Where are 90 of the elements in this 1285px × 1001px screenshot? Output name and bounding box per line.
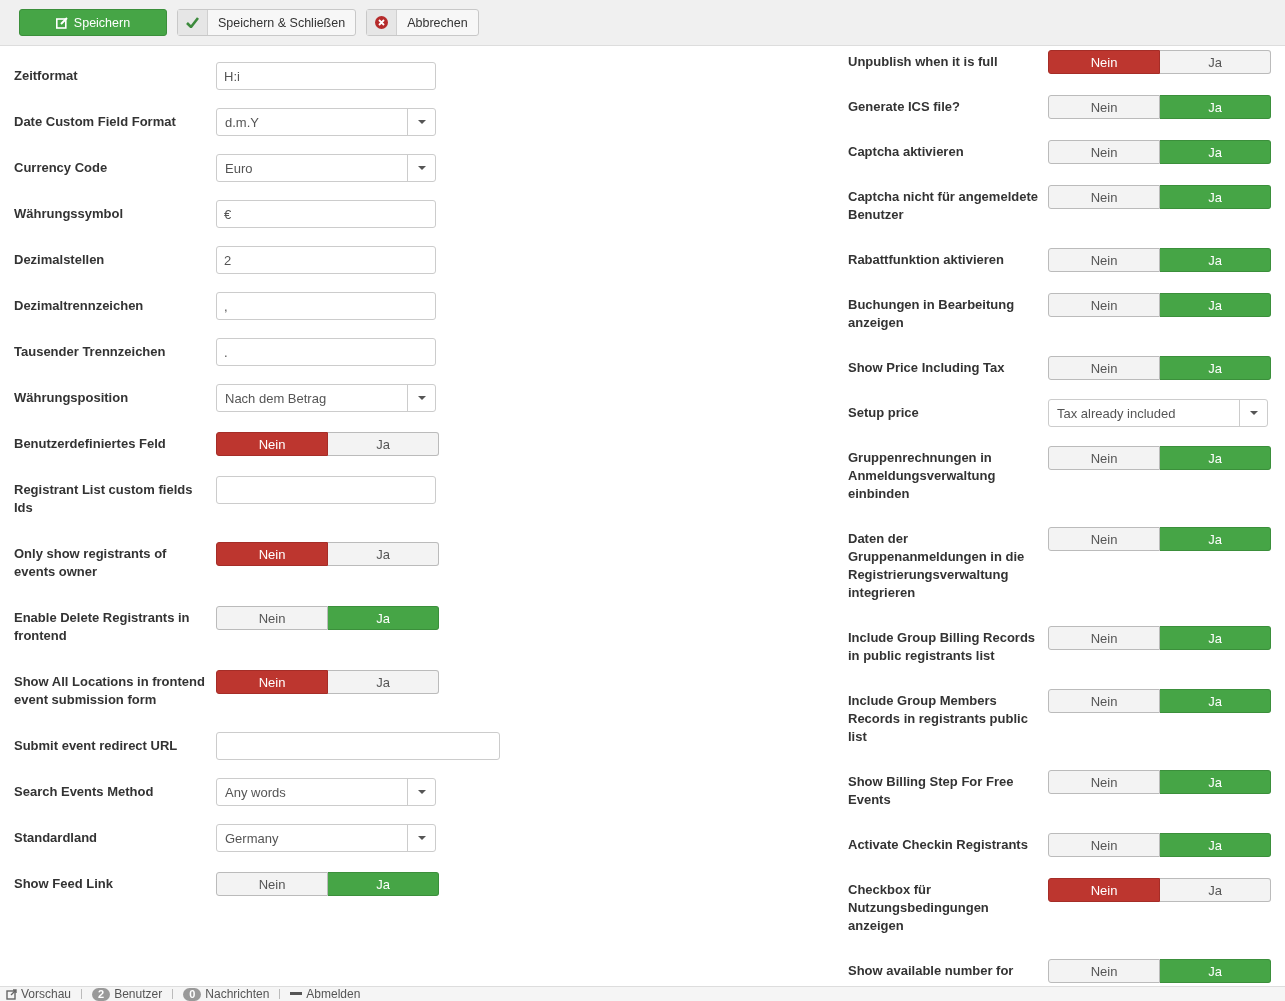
field-label: Currency Code — [14, 159, 109, 177]
toggle-option[interactable]: Nein — [216, 670, 328, 694]
field-label: Währungssymbol — [14, 205, 125, 223]
field-label: Buchungen in Bearbeitung anzeigen — [848, 296, 1016, 332]
toggle-option[interactable]: Ja — [1160, 878, 1271, 902]
field-label: Show Billing Step For Free Events — [848, 773, 1015, 809]
field-label: Gruppenrechnungen in Anmeldungsverwaltung einbinden — [848, 449, 997, 503]
field-label: Setup price — [848, 404, 920, 422]
select-field[interactable]: Any words — [216, 778, 436, 806]
field-label: Währungsposition — [14, 389, 130, 407]
toggle-option[interactable]: Nein — [1048, 959, 1160, 983]
field-label: Show available number for — [848, 962, 1015, 980]
toggle-option[interactable]: Nein — [216, 872, 328, 896]
toggle-option[interactable]: Nein — [1048, 140, 1160, 164]
field-label: Include Group Members Records in registrants public list — [848, 692, 1029, 746]
select-field[interactable]: Tax already included — [1048, 399, 1268, 427]
toggle-option[interactable]: Nein — [1048, 185, 1160, 209]
field-label: Registrant List custom fields Ids — [14, 481, 194, 517]
minus-icon — [290, 992, 303, 996]
input-field[interactable]: . — [216, 338, 436, 366]
toggle-option[interactable]: Nein — [1048, 689, 1160, 713]
toggle-option[interactable]: Nein — [216, 432, 328, 456]
close-icon — [375, 16, 389, 29]
toggle-option[interactable]: Nein — [1048, 626, 1160, 650]
caret-icon — [417, 166, 426, 170]
field-label: Benutzerdefiniertes Feld — [14, 435, 167, 453]
field-label: Unpublish when it is full — [848, 53, 999, 71]
input-field[interactable] — [216, 732, 500, 760]
field-label: Submit event redirect URL — [14, 737, 179, 755]
status-link[interactable]: Nachrichten — [205, 987, 270, 1001]
caret-icon — [1249, 411, 1258, 415]
field-label: Captcha aktivieren — [848, 143, 965, 161]
toggle-option[interactable]: Nein — [1048, 770, 1160, 794]
toolbar-button[interactable]: Abbrechen — [366, 9, 479, 36]
select-field[interactable]: Germany — [216, 824, 436, 852]
toggle-option[interactable]: Nein — [1048, 293, 1160, 317]
status-link[interactable]: Benutzer — [114, 987, 163, 1001]
toggle-option[interactable]: Ja — [328, 542, 439, 566]
field-label: Enable Delete Registrants in frontend — [14, 609, 191, 645]
toggle-option[interactable]: Nein — [216, 606, 328, 630]
field-label: Dezimaltrennzeichen — [14, 297, 145, 315]
toggle-option[interactable]: Nein — [1048, 833, 1160, 857]
select-field[interactable]: Euro — [216, 154, 436, 182]
field-label: Generate ICS file? — [848, 98, 961, 116]
count-badge: 0 — [183, 987, 202, 1001]
field-label: Checkbox für Nutzungsbedingungen anzeigen — [848, 881, 990, 935]
field-label: Date Custom Field Format — [14, 113, 177, 131]
field-label: Captcha nicht für angemeldete Benutzer — [848, 188, 1039, 224]
edit-icon — [55, 16, 68, 29]
status-link[interactable]: Vorschau — [21, 987, 72, 1001]
select-field[interactable]: d.m.Y — [216, 108, 436, 136]
field-label: Only show registrants of events owner — [14, 545, 168, 581]
input-field[interactable]: H:i — [216, 62, 436, 90]
field-label: Dezimalstellen — [14, 251, 106, 269]
input-field[interactable]: € — [216, 200, 436, 228]
input-field[interactable]: , — [216, 292, 436, 320]
field-label: Tausender Trennzeichen — [14, 343, 167, 361]
field-label: Show All Locations in frontend event submission form — [14, 673, 206, 709]
caret-icon — [417, 396, 426, 400]
input-field[interactable]: 2 — [216, 246, 436, 274]
select-field[interactable]: Nach dem Betrag — [216, 384, 436, 412]
toggle-option[interactable]: Nein — [1048, 878, 1160, 902]
toggle-option[interactable]: Ja — [328, 670, 439, 694]
toggle-option[interactable]: Nein — [1048, 356, 1160, 380]
toggle-option[interactable]: Ja — [1160, 50, 1271, 74]
field-label: Show Price Including Tax — [848, 359, 1006, 377]
input-field[interactable] — [216, 476, 436, 504]
count-badge: 2 — [92, 987, 111, 1001]
toggle-option[interactable]: Ja — [328, 432, 439, 456]
field-label: Standardland — [14, 829, 99, 847]
field-label: Search Events Method — [14, 783, 155, 801]
field-label: Daten der Gruppenanmeldungen in die Registrierungsverwaltung integrieren — [848, 530, 1026, 602]
field-label: Zeitformat — [14, 67, 79, 85]
field-label: Show Feed Link — [14, 875, 114, 893]
caret-icon — [417, 790, 426, 794]
external-link-icon — [6, 988, 17, 1000]
caret-icon — [417, 836, 426, 840]
toggle-option[interactable]: Nein — [1048, 248, 1160, 272]
field-label: Activate Checkin Registrants — [848, 836, 1029, 854]
check-icon — [186, 17, 199, 28]
field-label: Rabattfunktion aktivieren — [848, 251, 1006, 269]
toggle-option[interactable]: Nein — [1048, 446, 1160, 470]
status-link[interactable]: Abmelden — [306, 987, 361, 1001]
toggle-option[interactable]: Nein — [1048, 95, 1160, 119]
caret-icon — [417, 120, 426, 124]
toggle-option[interactable]: Nein — [216, 542, 328, 566]
toolbar-button[interactable]: Speichern & Schließen — [177, 9, 357, 36]
toggle-option[interactable]: Nein — [1048, 50, 1160, 74]
field-label: Include Group Billing Records in public registrants list — [848, 629, 1037, 665]
toggle-option[interactable]: Nein — [1048, 527, 1160, 551]
